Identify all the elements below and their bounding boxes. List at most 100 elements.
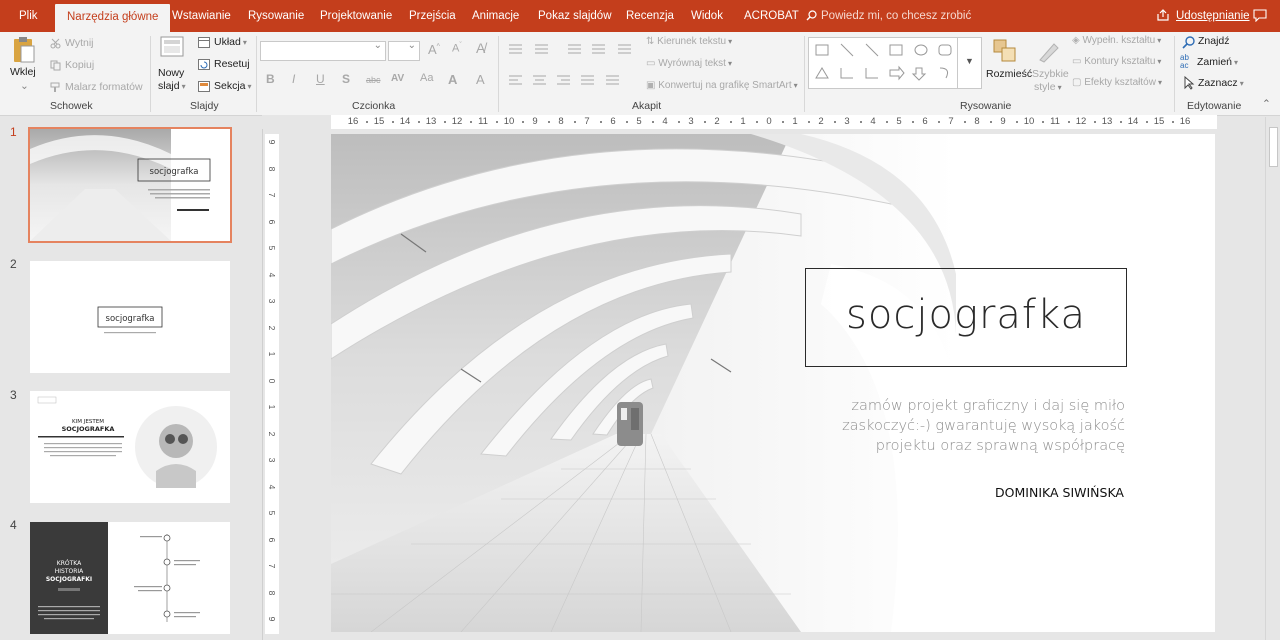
tab-design[interactable]: Projektowanie	[320, 0, 392, 32]
find-button[interactable]: Znajdź	[1198, 35, 1230, 47]
corridor-photo[interactable]	[331, 134, 956, 632]
alignment-icons[interactable]	[506, 74, 634, 86]
shape-effects-button[interactable]: ▢ Efekty kształtów ▾	[1072, 77, 1162, 88]
quick-styles-line1[interactable]: Szybkie	[1032, 68, 1069, 80]
ruler-tick-mark	[470, 121, 472, 123]
group-label-slides: Slajdy	[190, 100, 219, 112]
tab-review[interactable]: Recenzja	[626, 0, 674, 32]
ruler-tick-label: 0	[766, 116, 772, 127]
tab-file[interactable]: Plik	[19, 0, 38, 32]
new-slide-line1[interactable]: Nowy	[158, 67, 184, 79]
arrange-icon[interactable]	[992, 38, 1018, 64]
tell-me-search[interactable]: Powiedz mi, co chcesz zrobić	[806, 0, 971, 32]
slide-thumbnail-4[interactable]: KRÓTKA HISTORIA SOCJOGRAFKI	[30, 522, 230, 634]
grow-font-icon[interactable]: A^	[428, 42, 440, 57]
ruler-tick-mark	[1042, 121, 1044, 123]
italic-button[interactable]: I	[292, 72, 295, 86]
clear-format-icon[interactable]: A̸	[476, 40, 485, 56]
replace-button[interactable]: Zamień ▾	[1197, 56, 1238, 68]
strikethrough-button[interactable]: abc	[366, 75, 381, 85]
ruler-tick-label: 13	[1101, 116, 1113, 127]
shapes-more-button[interactable]: ▼	[958, 37, 982, 89]
slide-canvas[interactable]: socjografka zamów projekt graficzny i da…	[331, 134, 1215, 632]
ruler-tick-mark	[548, 121, 550, 123]
select-button[interactable]: Zaznacz ▾	[1198, 77, 1244, 89]
shapes-gallery[interactable]	[808, 37, 958, 89]
collapse-ribbon-icon[interactable]: ⌃	[1262, 98, 1271, 110]
tab-view[interactable]: Widok	[691, 0, 723, 32]
share-button[interactable]: Udostępnianie	[1156, 0, 1250, 32]
copy-icon	[50, 60, 61, 71]
copy-button[interactable]: Kopiuj	[65, 59, 94, 71]
thumb4-heading-3: SOCJOGRAFKI	[46, 576, 92, 583]
change-case-button[interactable]: Aa	[420, 72, 433, 84]
section-icon	[198, 81, 210, 92]
brand-logo-box[interactable]: socjografka	[805, 268, 1127, 367]
ruler-tick-mark	[1172, 121, 1174, 123]
ruler-tick-mark	[860, 121, 862, 123]
slide-thumbnail-2[interactable]: socjografka	[30, 261, 230, 373]
paste-dropdown-icon[interactable]: ⌄	[20, 80, 29, 92]
shape-fill-button[interactable]: ◈ Wypełn. kształtu ▾	[1072, 35, 1161, 46]
new-slide-line2[interactable]: slajd ▾	[158, 80, 186, 92]
tab-home[interactable]: Narzędzia główne	[55, 4, 171, 32]
shape-outline-button[interactable]: ▭ Kontury kształtu ▾	[1072, 56, 1161, 67]
align-text-button[interactable]: ▭ Wyrównaj tekst ▾	[646, 58, 732, 69]
reset-button[interactable]: Resetuj	[214, 58, 250, 70]
ribbon-tab-bar: Plik Narzędzia główne Wstawianie Rysowan…	[0, 0, 1280, 32]
ruler-margin	[262, 115, 331, 129]
shrink-font-icon[interactable]: Aˇ	[452, 42, 462, 55]
tab-acrobat[interactable]: ACROBAT	[744, 0, 799, 32]
vertical-scrollbar[interactable]	[1265, 117, 1280, 640]
quick-styles-line2[interactable]: style ▾	[1034, 81, 1062, 93]
layout-button[interactable]: Układ ▾	[214, 36, 247, 48]
font-color-icon[interactable]: A	[448, 72, 457, 87]
ruler-tick-label: 1	[267, 351, 277, 357]
tab-slideshow[interactable]: Pokaz slajdów	[538, 0, 612, 32]
cut-button[interactable]: Wytnij	[65, 37, 94, 49]
reset-icon	[198, 59, 210, 70]
tab-insert[interactable]: Wstawianie	[172, 0, 231, 32]
comment-icon[interactable]	[1253, 9, 1267, 22]
author-name[interactable]: DOMINIKA SIWIŃSKA	[891, 485, 1124, 500]
thumb2-preview: socjografka	[97, 306, 163, 334]
panel-divider[interactable]	[262, 117, 263, 640]
bold-button[interactable]: B	[266, 72, 275, 86]
slide-thumbnail-1[interactable]: socjografka	[28, 127, 232, 243]
convert-smartart-button[interactable]: ▣ Konwertuj na grafikę SmartArt ▾	[646, 80, 798, 91]
tagline-textbox[interactable]: zamów projekt graficzny i daj się miło z…	[801, 396, 1125, 456]
char-spacing-button[interactable]: AV	[391, 73, 404, 84]
ruler-tick-label: 10	[1023, 116, 1035, 127]
paste-icon[interactable]	[12, 36, 36, 64]
paste-button[interactable]: Wklej	[10, 66, 36, 78]
shadow-button[interactable]: S	[342, 72, 350, 86]
tagline-line-3: projektu oraz sprawną współpracę	[875, 438, 1125, 454]
quick-styles-icon[interactable]	[1036, 38, 1062, 64]
arrange-button[interactable]: Rozmieść	[986, 68, 1032, 80]
scrollbar-thumb[interactable]	[1269, 127, 1278, 167]
font-name-combo[interactable]	[260, 40, 386, 61]
replace-icon: ab ac	[1180, 53, 1189, 70]
text-direction-button[interactable]: ⇅ Kierunek tekstu ▾	[646, 36, 732, 47]
slide-thumbnail-3[interactable]: KIM JESTEM SOCJOGRAFKA	[30, 391, 230, 503]
ruler-tick-label: 11	[1050, 116, 1060, 127]
list-indent-icons[interactable]	[506, 43, 634, 55]
underline-button[interactable]: U	[316, 72, 325, 86]
ruler-tick-mark	[756, 121, 758, 123]
font-size-combo[interactable]	[388, 40, 420, 61]
thumb4-preview: KRÓTKA HISTORIA SOCJOGRAFKI	[30, 522, 200, 634]
thumbnail-number: 1	[10, 125, 17, 139]
ruler-tick-mark	[938, 121, 940, 123]
new-slide-icon[interactable]	[160, 36, 184, 62]
format-painter-button[interactable]: Malarz formatów	[65, 81, 143, 93]
tab-transitions[interactable]: Przejścia	[409, 0, 456, 32]
ruler-tick-label: 9	[1000, 116, 1006, 127]
thumb2-logo: socjografka	[106, 314, 155, 324]
section-button[interactable]: Sekcja ▾	[214, 80, 252, 92]
group-separator	[256, 36, 257, 112]
tab-animations[interactable]: Animacje	[472, 0, 519, 32]
ruler-tick-label: 13	[425, 116, 437, 127]
highlight-icon[interactable]: A	[476, 72, 485, 87]
tab-draw[interactable]: Rysowanie	[248, 0, 304, 32]
corridor-image	[331, 134, 956, 632]
